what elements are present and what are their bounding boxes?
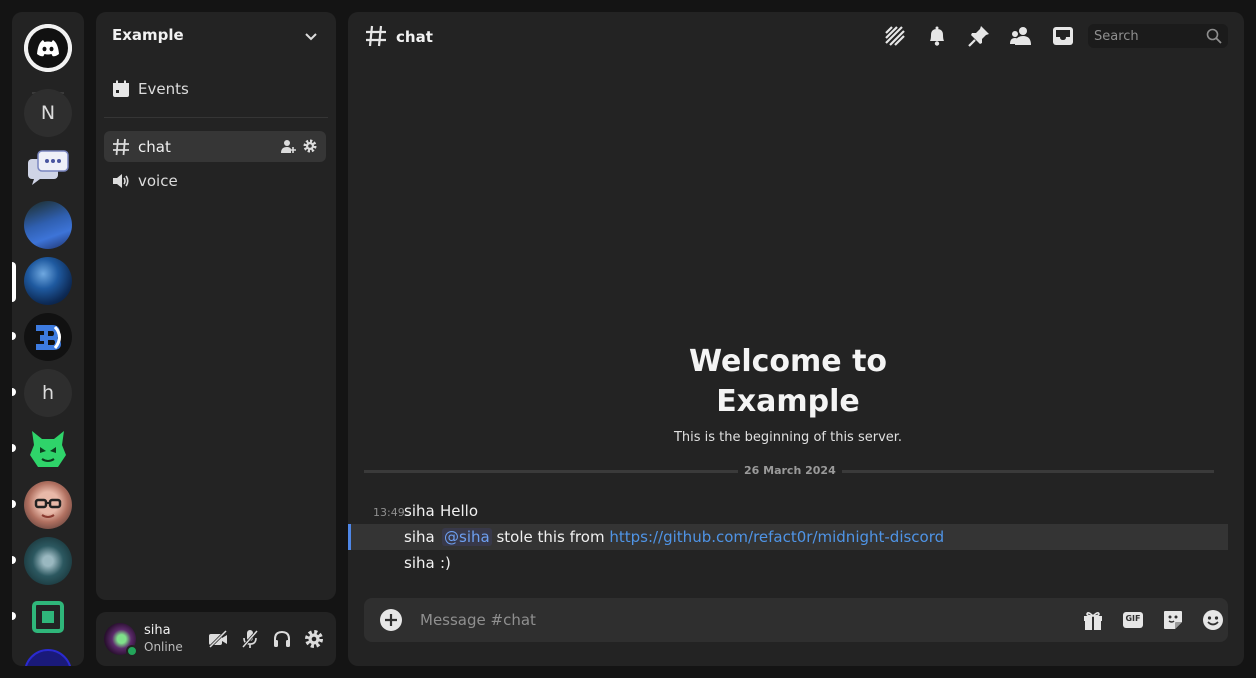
search-icon: [1206, 28, 1222, 44]
date-divider-label: 26 March 2024: [738, 464, 842, 477]
sidebar-divider: [104, 117, 328, 118]
gif-label: GIF: [1125, 614, 1141, 623]
square-logo-icon: [32, 601, 64, 633]
message-row[interactable]: 13:49 siha Hello: [348, 498, 1228, 524]
unread-indicator: [12, 612, 16, 620]
server-name[interactable]: Example: [112, 26, 184, 44]
server-avatar-4[interactable]: [24, 537, 72, 585]
inbox-icon[interactable]: [1051, 24, 1075, 48]
speaker-icon: [113, 173, 129, 188]
gift-icon[interactable]: [1082, 609, 1104, 631]
server-h-button[interactable]: h: [24, 369, 72, 417]
unread-indicator: [12, 388, 16, 396]
message-composer: GIF: [364, 598, 1228, 642]
welcome-title-line1: Welcome to: [688, 344, 888, 379]
message-text: :): [440, 554, 451, 572]
user-settings-gear-icon[interactable]: [304, 629, 324, 649]
channel-title: chat: [396, 28, 433, 46]
events-item[interactable]: Events: [112, 80, 189, 98]
online-status-dot: [126, 645, 138, 657]
server-avatar-2[interactable]: [24, 257, 72, 305]
events-label: Events: [138, 80, 189, 98]
threads-icon[interactable]: [883, 24, 907, 48]
message-input[interactable]: [412, 598, 1012, 642]
gif-button[interactable]: GIF: [1122, 609, 1144, 631]
channel-voice-label: voice: [138, 171, 178, 190]
discord-logo-icon: [24, 24, 72, 72]
headphones-icon[interactable]: [272, 629, 292, 649]
server-avatar-3[interactable]: [24, 481, 72, 529]
gear-icon[interactable]: [302, 138, 318, 154]
hash-icon: [113, 138, 129, 155]
server-n-button[interactable]: N: [24, 89, 72, 137]
message-author[interactable]: siha: [404, 502, 435, 520]
b-logo-icon: [36, 325, 61, 350]
message-row-highlighted[interactable]: siha @siha stole this from https://githu…: [348, 524, 1228, 550]
microphone-muted-icon[interactable]: [240, 629, 260, 649]
server-square-logo-button[interactable]: [24, 593, 72, 641]
chevron-down-icon[interactable]: [304, 30, 318, 44]
discord-home-button[interactable]: [24, 24, 72, 72]
unread-indicator: [12, 500, 16, 508]
calendar-icon: [113, 80, 129, 97]
server-avatar-5[interactable]: [24, 649, 72, 666]
channel-chat-label: chat: [138, 137, 171, 156]
camera-off-icon[interactable]: [208, 629, 228, 649]
message-author[interactable]: siha: [404, 554, 435, 572]
channel-sidebar: Example Events chat voice: [96, 12, 336, 600]
unread-indicator: [12, 332, 16, 340]
welcome-title-line2: Example: [716, 384, 860, 419]
bell-icon[interactable]: [925, 24, 949, 48]
message-text: Hello: [440, 502, 479, 520]
server-green-logo-button[interactable]: [24, 425, 72, 473]
user-status: Online: [144, 640, 183, 654]
server-rail: N h: [12, 12, 84, 666]
welcome-title: Welcome to Example: [348, 342, 1228, 422]
unread-indicator: [12, 556, 16, 564]
channel-voice[interactable]: voice: [104, 165, 326, 196]
message-row[interactable]: siha :): [348, 550, 1228, 576]
hash-icon: [364, 24, 388, 48]
message-content: @siha stole this from https://github.com…: [442, 528, 944, 546]
glasses-face-icon: [34, 498, 62, 518]
chat-bubbles-icon: [28, 150, 69, 185]
server-h-label: h: [41, 382, 55, 404]
message-text: stole this from: [496, 528, 605, 546]
server-chat-bubbles-button[interactable]: [24, 145, 72, 193]
active-server-indicator: [12, 262, 16, 302]
green-creature-icon: [30, 431, 66, 467]
server-b-button[interactable]: [24, 313, 72, 361]
server-n-label: N: [40, 102, 56, 124]
user-panel: siha Online: [96, 612, 336, 666]
pin-icon[interactable]: [967, 24, 991, 48]
message-link[interactable]: https://github.com/refact0r/midnight-dis…: [609, 528, 944, 546]
message-author[interactable]: siha: [404, 528, 435, 546]
member-list-icon[interactable]: [1009, 24, 1033, 48]
invite-user-icon[interactable]: [280, 138, 296, 154]
user-mention[interactable]: @siha: [442, 528, 492, 546]
server-avatar-1[interactable]: [24, 201, 72, 249]
search-box[interactable]: [1088, 24, 1228, 48]
search-input[interactable]: [1088, 24, 1200, 48]
welcome-subtitle: This is the beginning of this server.: [673, 430, 903, 445]
message-timestamp: 13:49: [373, 506, 405, 519]
username: siha: [144, 623, 171, 638]
sticker-icon[interactable]: [1162, 609, 1184, 631]
chat-main: chat Welcome to Example Thi: [348, 12, 1244, 666]
unread-indicator: [12, 444, 16, 452]
channel-chat[interactable]: chat: [104, 131, 326, 162]
emoji-icon[interactable]: [1202, 609, 1224, 631]
add-attachment-icon[interactable]: [380, 609, 402, 631]
